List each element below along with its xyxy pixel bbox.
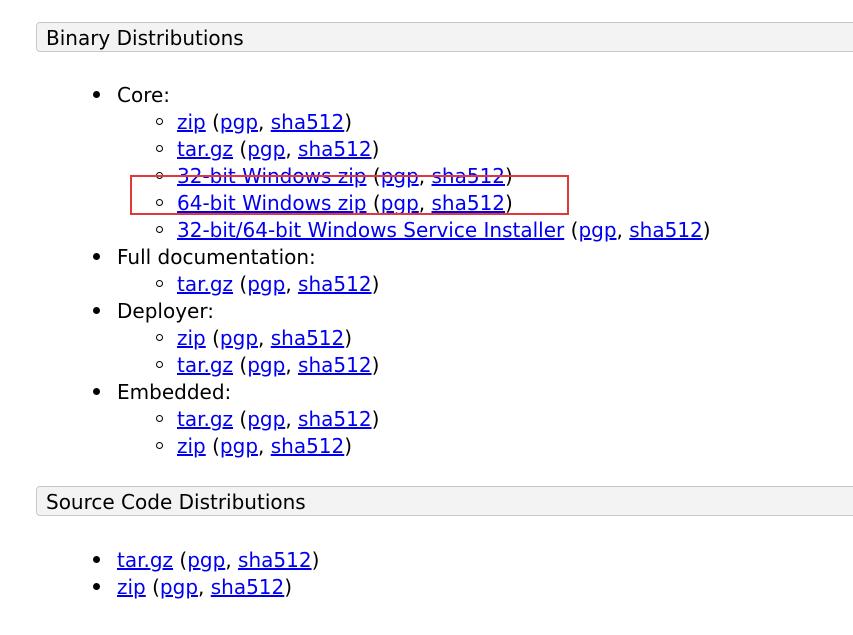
highlight-box — [130, 175, 569, 215]
core-installer-pgp-link[interactable]: pgp — [578, 218, 616, 242]
bullet-icon — [93, 583, 100, 590]
source-targz-sha512-link[interactable]: sha512 — [238, 548, 312, 572]
core-targz-link[interactable]: tar.gz — [177, 137, 233, 161]
paren-close: ) — [311, 548, 320, 572]
comma: , — [258, 326, 271, 350]
bullet-icon — [93, 253, 100, 260]
core-zip-sha512-link[interactable]: sha512 — [271, 110, 345, 134]
list-item: zip (pgp, sha512) — [177, 109, 352, 135]
paren-close: ) — [344, 434, 353, 458]
core-zip-link[interactable]: zip — [177, 110, 206, 134]
paren-close: ) — [371, 272, 380, 296]
paren-open: ( — [205, 110, 220, 134]
circle-bullet-icon — [156, 442, 163, 449]
circle-bullet-icon — [156, 226, 163, 233]
deployer-targz-link[interactable]: tar.gz — [177, 353, 233, 377]
section-title: Source Code Distributions — [46, 490, 306, 514]
embedded-targz-sha512-link[interactable]: sha512 — [298, 407, 372, 431]
paren-open: ( — [205, 326, 220, 350]
comma: , — [258, 434, 271, 458]
source-targz-pgp-link[interactable]: pgp — [187, 548, 225, 572]
list-item: tar.gz (pgp, sha512) — [117, 547, 319, 573]
embedded-targz-link[interactable]: tar.gz — [177, 407, 233, 431]
circle-bullet-icon — [156, 118, 163, 125]
circle-bullet-icon — [156, 145, 163, 152]
bullet-icon — [93, 307, 100, 314]
core-installer-sha512-link[interactable]: sha512 — [629, 218, 703, 242]
deployer-zip-pgp-link[interactable]: pgp — [220, 326, 258, 350]
deployer-targz-pgp-link[interactable]: pgp — [247, 353, 285, 377]
paren-close: ) — [702, 218, 711, 242]
core-service-installer-link[interactable]: 32-bit/64-bit Windows Service Installer — [177, 218, 564, 242]
deployer-targz-sha512-link[interactable]: sha512 — [298, 353, 372, 377]
list-item: tar.gz (pgp, sha512) — [177, 136, 379, 162]
list-item: 32-bit/64-bit Windows Service Installer … — [177, 217, 711, 243]
source-targz-link[interactable]: tar.gz — [117, 548, 173, 572]
paren-close: ) — [344, 110, 353, 134]
bullet-icon — [93, 91, 100, 98]
circle-bullet-icon — [156, 334, 163, 341]
paren-open: ( — [145, 575, 160, 599]
list-item: zip (pgp, sha512) — [117, 574, 292, 600]
embedded-targz-pgp-link[interactable]: pgp — [247, 407, 285, 431]
deployer-zip-sha512-link[interactable]: sha512 — [271, 326, 345, 350]
category-label-deployer: Deployer: — [117, 299, 214, 323]
list-item: zip (pgp, sha512) — [177, 325, 352, 351]
circle-bullet-icon — [156, 280, 163, 287]
comma: , — [285, 272, 299, 296]
fulldoc-targz-link[interactable]: tar.gz — [177, 272, 233, 296]
source-zip-pgp-link[interactable]: pgp — [160, 575, 198, 599]
source-zip-link[interactable]: zip — [117, 575, 146, 599]
bullet-icon — [93, 556, 100, 563]
section-title: Binary Distributions — [46, 26, 244, 50]
core-zip-pgp-link[interactable]: pgp — [220, 110, 258, 134]
category-label-core: Core: — [117, 83, 171, 107]
bullet-icon — [93, 388, 100, 395]
paren-close: ) — [371, 137, 380, 161]
comma: , — [225, 548, 239, 572]
paren-open: ( — [233, 407, 248, 431]
comma: , — [616, 218, 630, 242]
paren-open: ( — [233, 353, 248, 377]
core-targz-pgp-link[interactable]: pgp — [247, 137, 285, 161]
category-label-full-documentation: Full documentation: — [117, 245, 316, 269]
paren-close: ) — [371, 407, 380, 431]
source-zip-sha512-link[interactable]: sha512 — [211, 575, 285, 599]
list-item: tar.gz (pgp, sha512) — [177, 406, 379, 432]
embedded-zip-sha512-link[interactable]: sha512 — [271, 434, 345, 458]
list-item: tar.gz (pgp, sha512) — [177, 352, 379, 378]
download-page: Binary Distributions Core: zip (pgp, sha… — [0, 0, 853, 635]
category-label-embedded: Embedded: — [117, 380, 232, 404]
paren-open: ( — [564, 218, 579, 242]
paren-open: ( — [233, 137, 248, 161]
comma: , — [258, 110, 271, 134]
paren-close: ) — [371, 353, 380, 377]
core-targz-sha512-link[interactable]: sha512 — [298, 137, 372, 161]
paren-open: ( — [233, 272, 248, 296]
embedded-zip-pgp-link[interactable]: pgp — [220, 434, 258, 458]
circle-bullet-icon — [156, 361, 163, 368]
binary-distributions-header: Binary Distributions — [36, 22, 853, 52]
comma: , — [285, 353, 299, 377]
list-item: zip (pgp, sha512) — [177, 433, 352, 459]
fulldoc-sha512-link[interactable]: sha512 — [298, 272, 372, 296]
comma: , — [285, 137, 299, 161]
comma: , — [198, 575, 211, 599]
list-item: tar.gz (pgp, sha512) — [177, 271, 379, 297]
paren-open: ( — [205, 434, 220, 458]
source-code-distributions-header: Source Code Distributions — [36, 486, 853, 516]
paren-close: ) — [284, 575, 293, 599]
comma: , — [285, 407, 299, 431]
embedded-zip-link[interactable]: zip — [177, 434, 206, 458]
paren-open: ( — [173, 548, 188, 572]
fulldoc-pgp-link[interactable]: pgp — [247, 272, 285, 296]
paren-close: ) — [344, 326, 353, 350]
deployer-zip-link[interactable]: zip — [177, 326, 206, 350]
circle-bullet-icon — [156, 415, 163, 422]
